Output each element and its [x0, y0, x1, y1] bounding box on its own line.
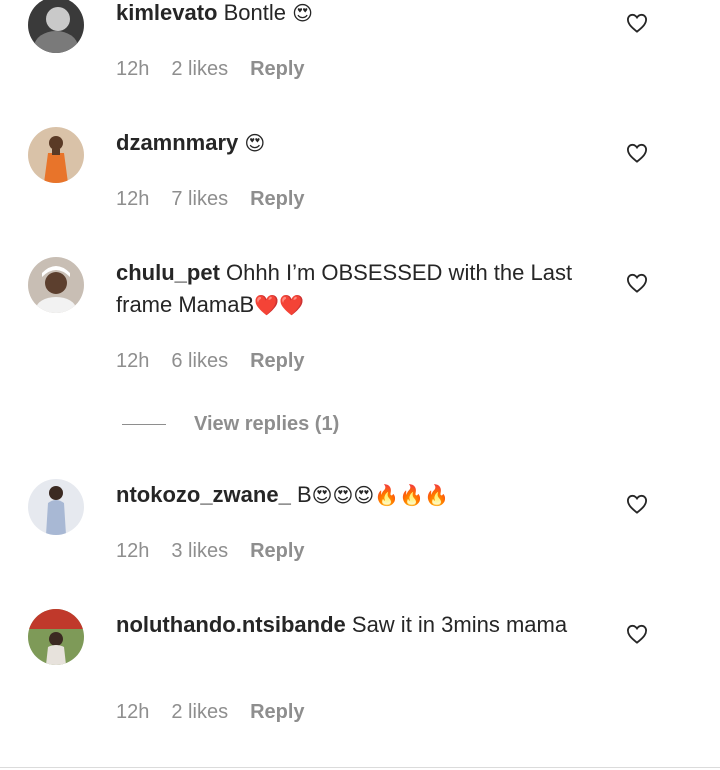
username[interactable]: chulu_pet: [116, 260, 220, 285]
username[interactable]: kimlevato: [116, 0, 218, 25]
comment-text: chulu_pet Ohhh I’m OBSESSED with the Las…: [116, 257, 606, 321]
comment-message: Saw it in 3mins mama: [351, 612, 568, 637]
comment-emoji: ❤️❤️: [254, 293, 304, 317]
likes-count[interactable]: 2 likes: [171, 701, 228, 724]
comment-meta: 12h 2 likes Reply: [116, 701, 305, 724]
comment-time: 12h: [116, 350, 150, 372]
avatar[interactable]: [28, 479, 84, 535]
username[interactable]: dzamnmary: [116, 130, 238, 155]
comment-meta: 12h 2 likes Reply: [116, 58, 305, 81]
reply-button[interactable]: Reply: [250, 58, 304, 81]
comment-time: 12h: [116, 701, 150, 723]
like-heart-icon[interactable]: [626, 624, 650, 646]
comment-text: kimlevato Bontle 😍: [116, 0, 606, 29]
like-heart-icon[interactable]: [626, 143, 650, 165]
comment-emoji: 😍: [292, 1, 313, 25]
likes-count[interactable]: 2 likes: [171, 58, 228, 81]
view-replies-button[interactable]: View replies (1): [122, 410, 339, 438]
username[interactable]: noluthando.ntsibande: [116, 612, 346, 637]
divider: [0, 767, 720, 768]
likes-count[interactable]: 7 likes: [171, 188, 228, 211]
comment-time: 12h: [116, 540, 150, 562]
comment-text: dzamnmary 😍: [116, 127, 606, 159]
comment-time: 12h: [116, 58, 150, 80]
like-heart-icon[interactable]: [626, 13, 650, 35]
like-heart-icon[interactable]: [626, 273, 650, 295]
avatar[interactable]: [28, 0, 84, 53]
like-heart-icon[interactable]: [626, 494, 650, 516]
reply-button[interactable]: Reply: [250, 701, 304, 724]
replies-divider: [122, 423, 166, 425]
comment-emoji: 😍: [244, 131, 266, 155]
username[interactable]: ntokozo_zwane_: [116, 482, 291, 507]
reply-button[interactable]: Reply: [250, 188, 304, 211]
comment-emoji: 😍😍😍🔥🔥🔥: [311, 483, 449, 507]
comment-meta: 12h 6 likes Reply: [116, 350, 305, 373]
comment-text: noluthando.ntsibande Saw it in 3mins mam…: [116, 609, 606, 641]
avatar[interactable]: [28, 127, 84, 183]
view-replies-label[interactable]: View replies (1): [194, 413, 339, 436]
comment-text: ntokozo_zwane_ B😍😍😍🔥🔥🔥: [116, 479, 606, 511]
comment-message: Bontle: [223, 0, 287, 25]
comment-message: B: [296, 482, 312, 507]
comment-time: 12h: [116, 188, 150, 210]
comment-meta: 12h 3 likes Reply: [116, 540, 305, 563]
comment-meta: 12h 7 likes Reply: [116, 188, 305, 211]
likes-count[interactable]: 6 likes: [171, 350, 228, 373]
avatar[interactable]: [28, 257, 84, 313]
reply-button[interactable]: Reply: [250, 540, 304, 563]
likes-count[interactable]: 3 likes: [171, 540, 228, 563]
avatar[interactable]: [28, 609, 84, 665]
reply-button[interactable]: Reply: [250, 350, 304, 373]
